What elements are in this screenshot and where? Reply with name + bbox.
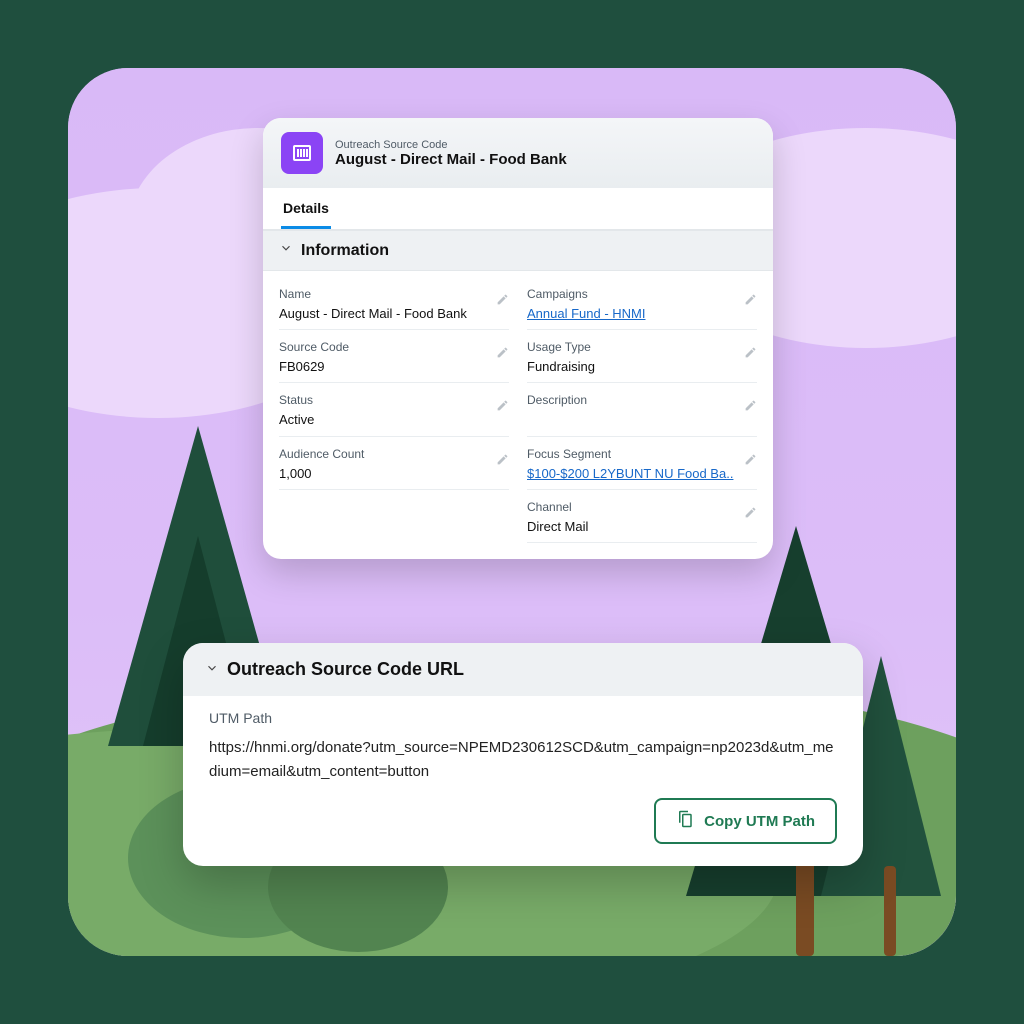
field-value: Direct Mail — [527, 518, 757, 536]
section-title: Information — [301, 242, 389, 260]
utm-path-value: https://hnmi.org/donate?utm_source=NPEMD… — [209, 736, 837, 784]
pencil-icon[interactable] — [496, 453, 509, 471]
field-status: Status Active — [279, 383, 509, 436]
pencil-icon[interactable] — [496, 346, 509, 364]
field-source-code: Source Code FB0629 — [279, 330, 509, 383]
field-label: Focus Segment — [527, 447, 757, 461]
chevron-down-icon — [205, 659, 219, 680]
field-label: Usage Type — [527, 340, 757, 354]
field-description: Description — [527, 383, 757, 436]
pencil-icon[interactable] — [744, 293, 757, 311]
section-title: Outreach Source Code URL — [227, 659, 464, 680]
section-url[interactable]: Outreach Source Code URL — [183, 643, 863, 696]
field-label: Status — [279, 393, 509, 407]
copy-utm-path-button[interactable]: Copy UTM Path — [654, 798, 837, 844]
field-value[interactable]: Annual Fund - HNMI — [527, 305, 757, 323]
trunk — [884, 866, 896, 956]
information-grid: Name August - Direct Mail - Food Bank Camp… — [263, 271, 773, 559]
utm-path-label: UTM Path — [209, 710, 837, 726]
field-label: Campaigns — [527, 287, 757, 301]
pencil-icon[interactable] — [744, 453, 757, 471]
field-value: Active — [279, 411, 509, 429]
tabs: Details — [263, 188, 773, 229]
record-header: Outreach Source Code August - Direct Mai… — [263, 118, 773, 188]
field-label: Audience Count — [279, 447, 509, 461]
copy-icon — [676, 810, 694, 832]
field-audience-count: Audience Count 1,000 — [279, 437, 509, 490]
field-value[interactable]: $100-$200 L2YBUNT NU Food Ba.. — [527, 465, 757, 483]
record-card: Outreach Source Code August - Direct Mai… — [263, 118, 773, 559]
field-label: Description — [527, 393, 757, 407]
copy-button-label: Copy UTM Path — [704, 813, 815, 830]
tab-details[interactable]: Details — [281, 188, 331, 229]
field-name: Name August - Direct Mail - Food Bank — [279, 277, 509, 330]
section-information[interactable]: Information — [263, 230, 773, 271]
field-usage-type: Usage Type Fundraising — [527, 330, 757, 383]
pencil-icon[interactable] — [744, 506, 757, 524]
field-label: Source Code — [279, 340, 509, 354]
field-value: FB0629 — [279, 358, 509, 376]
field-label: Channel — [527, 500, 757, 514]
object-label: Outreach Source Code — [335, 139, 567, 151]
field-value: 1,000 — [279, 465, 509, 483]
field-label: Name — [279, 287, 509, 301]
pencil-icon[interactable] — [744, 346, 757, 364]
field-channel: Channel Direct Mail — [527, 490, 757, 543]
chevron-down-icon — [279, 241, 293, 260]
pencil-icon[interactable] — [496, 293, 509, 311]
field-value: Fundraising — [527, 358, 757, 376]
field-value: August - Direct Mail - Food Bank — [279, 305, 509, 323]
pencil-icon[interactable] — [744, 399, 757, 417]
record-title: August - Direct Mail - Food Bank — [335, 151, 567, 168]
url-panel: Outreach Source Code URL UTM Path https:… — [183, 643, 863, 866]
field-campaigns: Campaigns Annual Fund - HNMI — [527, 277, 757, 330]
barcode-icon — [281, 132, 323, 174]
pencil-icon[interactable] — [496, 399, 509, 417]
illustration-stage: Outreach Source Code August - Direct Mai… — [68, 68, 956, 956]
field-focus-segment: Focus Segment $100-$200 L2YBUNT NU Food B… — [527, 437, 757, 490]
